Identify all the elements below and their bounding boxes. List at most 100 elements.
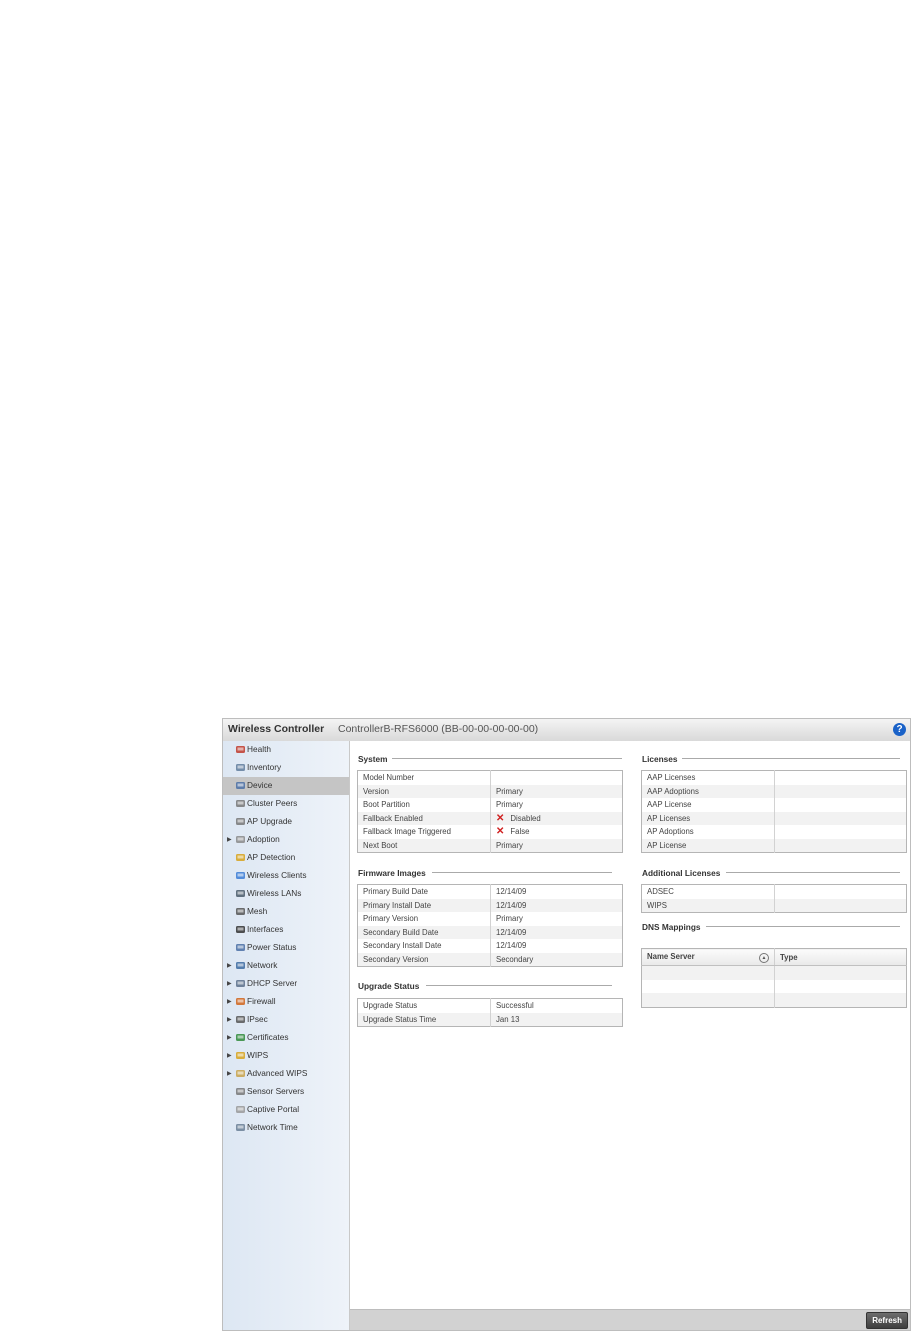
row-label: Boot Partition xyxy=(357,798,491,812)
sort-ascending-icon[interactable]: ▲ xyxy=(759,952,769,963)
row-value-cell: Primary xyxy=(490,784,623,798)
sidebar-item-certificates[interactable]: ▶ Certificates xyxy=(223,1029,349,1047)
row-value-cell: 12/14/09 xyxy=(490,898,623,912)
sidebar-item-captive-portal[interactable]: Captive Portal xyxy=(223,1101,349,1119)
expand-arrow-icon[interactable]: ▶ xyxy=(227,1052,232,1059)
table-row: ADSEC xyxy=(641,884,907,899)
row-value-cell xyxy=(774,838,907,853)
refresh-button[interactable]: Refresh xyxy=(866,1312,908,1329)
sidebar-item-advanced-wips[interactable]: ▶ Advanced WIPS xyxy=(223,1065,349,1083)
sidebar-item-label: DHCP Server xyxy=(247,978,298,988)
table-row: Fallback Image Triggered ✕ False xyxy=(357,825,623,839)
row-value: Disabled xyxy=(510,813,541,823)
sidebar-item-sensor-servers[interactable]: Sensor Servers xyxy=(223,1083,349,1101)
device-identifier: ControllerB-RFS6000 (BB-00-00-00-00-00) xyxy=(338,723,539,735)
licenses-table: AAP Licenses AAP Adoptions AAP License AP L… xyxy=(641,770,907,853)
sidebar-item-wips[interactable]: ▶ WIPS xyxy=(223,1047,349,1065)
sidebar-item-inventory[interactable]: Inventory xyxy=(223,759,349,777)
row-value: Primary xyxy=(496,786,523,796)
row-label: Secondary Version xyxy=(357,952,491,967)
row-label: Secondary Install Date xyxy=(357,939,491,953)
upgrade-section-title: Upgrade Status xyxy=(358,981,420,991)
row-value: Primary xyxy=(496,800,523,810)
sidebar-item-wireless-clients[interactable]: Wireless Clients xyxy=(223,867,349,885)
licenses-section-title: Licenses xyxy=(642,754,678,764)
help-icon[interactable]: ? xyxy=(893,723,906,736)
power-status-icon xyxy=(235,942,246,953)
table-row: Primary Version Primary xyxy=(357,912,623,926)
sidebar-item-device[interactable]: Device xyxy=(223,777,349,795)
table-row: AP License xyxy=(641,838,907,853)
system-table: Model Number Version Primary Boot Partition… xyxy=(357,770,623,853)
sidebar-item-label: Network xyxy=(247,960,278,970)
sidebar-item-wireless-lans[interactable]: Wireless LANs xyxy=(223,885,349,903)
upgrade-section-divider xyxy=(426,985,612,986)
row-value-cell: Jan 13 xyxy=(490,1012,623,1027)
sidebar-item-ipsec[interactable]: ▶ IPsec xyxy=(223,1011,349,1029)
sidebar-item-cluster-peers[interactable]: Cluster Peers xyxy=(223,795,349,813)
sidebar-item-firewall[interactable]: ▶ Firewall xyxy=(223,993,349,1011)
sidebar-item-label: Interfaces xyxy=(247,924,284,934)
expand-arrow-icon[interactable]: ▶ xyxy=(227,1070,232,1077)
certificates-icon xyxy=(235,1032,246,1043)
table-row: Primary Install Date 12/14/09 xyxy=(357,898,623,912)
row-value-cell xyxy=(774,898,907,913)
sidebar-item-interfaces[interactable]: Interfaces xyxy=(223,921,349,939)
empty-cell xyxy=(641,965,775,980)
row-value: Primary xyxy=(496,914,523,924)
row-label: Primary Build Date xyxy=(357,884,491,899)
table-row: Upgrade Status Time Jan 13 xyxy=(357,1012,623,1027)
wips-icon xyxy=(235,1050,246,1061)
sidebar-item-label: Cluster Peers xyxy=(247,798,298,808)
expand-arrow-icon[interactable]: ▶ xyxy=(227,962,232,969)
disabled-x-icon: ✕ xyxy=(496,812,505,824)
sidebar-item-ap-upgrade[interactable]: AP Upgrade xyxy=(223,813,349,831)
wireless-lans-icon xyxy=(235,888,246,899)
row-value-cell: Primary xyxy=(491,798,623,812)
sidebar-item-label: AP Detection xyxy=(247,852,296,862)
table-row: Boot Partition Primary xyxy=(357,798,623,812)
mesh-icon xyxy=(235,906,246,917)
sidebar-nav: Health Inventory Device Cluster Peers AP Upg… xyxy=(223,741,350,1330)
table-row: Secondary Version Secondary xyxy=(357,952,623,967)
advanced-wips-icon xyxy=(235,1068,246,1079)
sidebar-item-dhcp-server[interactable]: ▶ DHCP Server xyxy=(223,975,349,993)
table-row: Fallback Enabled ✕ Disabled xyxy=(357,811,623,825)
column-header-label: Name Server xyxy=(647,951,695,961)
network-time-icon xyxy=(235,1122,246,1133)
row-label: ADSEC xyxy=(641,884,775,899)
sidebar-item-label: IPsec xyxy=(247,1014,268,1024)
table-row: Secondary Install Date 12/14/09 xyxy=(357,939,623,953)
row-value-cell xyxy=(775,885,907,899)
footer-bar: Refresh xyxy=(350,1309,910,1330)
row-label: Version xyxy=(357,784,491,798)
sidebar-item-health[interactable]: Health xyxy=(223,741,349,759)
dns-section-divider xyxy=(706,926,900,927)
upgrade-table: Upgrade Status Successful Upgrade Status T… xyxy=(357,998,623,1027)
app-name: Wireless Controller xyxy=(228,723,325,735)
column-header-name-server[interactable]: Name Server ▲ xyxy=(641,948,775,966)
expand-arrow-icon[interactable]: ▶ xyxy=(227,980,232,987)
sidebar-item-label: Inventory xyxy=(247,762,282,772)
expand-arrow-icon[interactable]: ▶ xyxy=(227,836,232,843)
sidebar-item-adoption[interactable]: ▶ Adoption xyxy=(223,831,349,849)
sidebar-item-mesh[interactable]: Mesh xyxy=(223,903,349,921)
table-row: Model Number xyxy=(357,770,623,785)
sidebar-item-power-status[interactable]: Power Status xyxy=(223,939,349,957)
wireless-clients-icon xyxy=(235,870,246,881)
sidebar-item-network-time[interactable]: Network Time xyxy=(223,1119,349,1137)
row-label: Upgrade Status Time xyxy=(357,1012,491,1027)
column-header-type[interactable]: Type xyxy=(774,948,907,966)
sidebar-item-ap-detection[interactable]: AP Detection xyxy=(223,849,349,867)
row-value-cell xyxy=(774,784,907,798)
expand-arrow-icon[interactable]: ▶ xyxy=(227,1034,232,1041)
sidebar-item-network[interactable]: ▶ Network xyxy=(223,957,349,975)
row-label: Fallback Enabled xyxy=(357,811,491,825)
row-label: AAP Adoptions xyxy=(641,784,775,798)
firmware-section-title: Firmware Images xyxy=(358,868,426,878)
row-value-cell: Successful xyxy=(491,999,623,1013)
ap-upgrade-icon xyxy=(235,816,246,827)
expand-arrow-icon[interactable]: ▶ xyxy=(227,998,232,1005)
expand-arrow-icon[interactable]: ▶ xyxy=(227,1016,232,1023)
row-value-cell xyxy=(775,771,907,785)
